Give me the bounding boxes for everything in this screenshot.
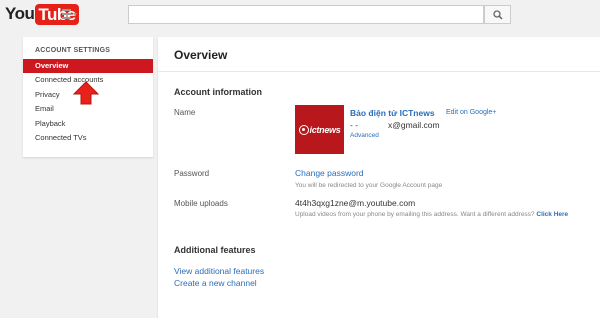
password-label: Password: [174, 169, 210, 178]
name-label: Name: [174, 108, 196, 117]
change-password-link[interactable]: Change password: [295, 168, 364, 178]
view-additional-features-link[interactable]: View additional features: [174, 266, 264, 276]
channel-name-link[interactable]: Bảo điện tử ICTnews: [350, 108, 435, 118]
mobile-upload-help: Upload videos from your phone by emailin…: [295, 211, 568, 218]
red-arrow-annotation-icon: [73, 81, 99, 105]
password-help-text: You will be redirected to your Google Ac…: [295, 182, 443, 189]
sidebar-item-playback[interactable]: Playback: [23, 117, 153, 131]
avatar-text: ictnews: [309, 124, 341, 135]
search-icon: [492, 9, 503, 20]
main-content-panel: Overview Account information Name ictnew…: [158, 37, 600, 318]
logo-you-text: You: [5, 4, 35, 23]
account-email: x@gmail.com: [388, 120, 440, 130]
channel-avatar[interactable]: ictnews: [295, 105, 344, 154]
sidebar-item-overview[interactable]: Overview: [23, 59, 153, 73]
sidebar-heading: ACCOUNT SETTINGS: [35, 47, 111, 54]
create-new-channel-link[interactable]: Create a new channel: [174, 278, 257, 288]
account-information-heading: Account information: [174, 87, 262, 97]
ictnews-logo-icon: [298, 124, 309, 135]
top-bar: You Tube: [0, 0, 600, 30]
mobile-uploads-label: Mobile uploads: [174, 199, 228, 208]
sidebar-item-connected-tvs[interactable]: Connected TVs: [23, 131, 153, 145]
guide-menu-icon[interactable]: [62, 9, 77, 21]
title-divider: [158, 71, 600, 72]
edit-on-google-plus-link[interactable]: Edit on Google+: [446, 109, 496, 116]
advanced-link[interactable]: Advanced: [350, 132, 379, 139]
mobile-upload-email: 4t4h3qxg1zne@m.youtube.com: [295, 198, 416, 208]
additional-features-heading: Additional features: [174, 245, 256, 255]
click-here-link[interactable]: Click Here: [536, 211, 568, 218]
email-masked-part: - -: [350, 120, 359, 130]
mobile-help-text: Upload videos from your phone by emailin…: [295, 211, 535, 218]
page-title: Overview: [174, 48, 228, 62]
search-button[interactable]: [484, 5, 511, 24]
search-input[interactable]: [128, 5, 484, 24]
